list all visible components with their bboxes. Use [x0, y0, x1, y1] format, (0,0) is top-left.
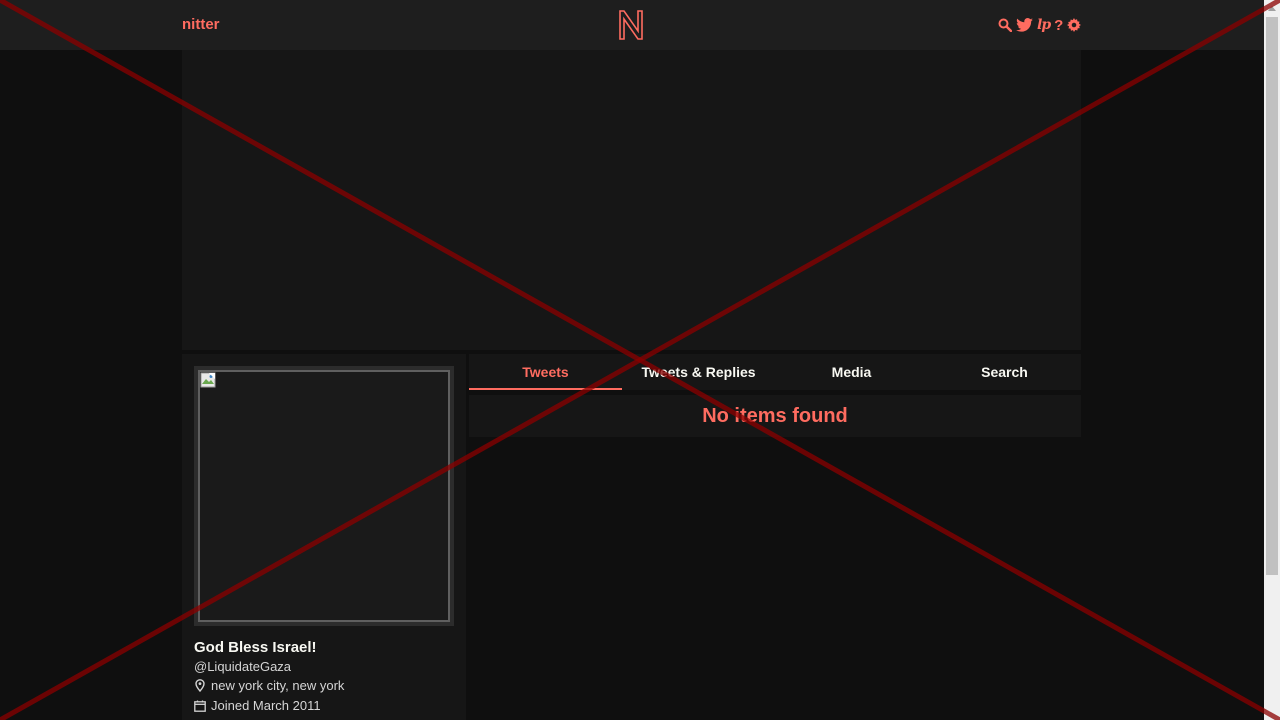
- help-icon[interactable]: ?: [1054, 15, 1063, 35]
- tab-media[interactable]: Media: [775, 354, 928, 390]
- timeline-empty-message: No items found: [469, 395, 1081, 437]
- profile-join-date: Joined March 2011: [194, 698, 321, 713]
- page-scrollbar[interactable]: [1264, 0, 1280, 720]
- navbar: nitter lp ?: [0, 0, 1264, 50]
- timeline-tabs: Tweets Tweets & Replies Media Search: [469, 354, 1081, 390]
- scroll-up-arrow-icon[interactable]: [1264, 0, 1280, 16]
- tab-tweets[interactable]: Tweets: [469, 354, 622, 390]
- brand-link[interactable]: nitter: [182, 16, 220, 33]
- tab-tweets-replies[interactable]: Tweets & Replies: [622, 354, 775, 390]
- nav-icon-group: lp ?: [998, 15, 1082, 35]
- avatar-frame: [194, 366, 454, 626]
- profile-location-text: new york city, new york: [211, 678, 345, 693]
- location-pin-icon: [194, 679, 206, 692]
- gear-icon[interactable]: [1067, 15, 1082, 35]
- profile-fullname: God Bless Israel!: [194, 639, 317, 656]
- twitter-bird-icon[interactable]: [1016, 15, 1033, 35]
- calendar-icon: [194, 699, 206, 712]
- profile-card: God Bless Israel! @LiquidateGaza new yor…: [182, 354, 466, 720]
- avatar[interactable]: [198, 370, 450, 622]
- profile-join-date-text: Joined March 2011: [211, 698, 321, 713]
- profile-banner[interactable]: [182, 50, 1081, 350]
- profile-username[interactable]: @LiquidateGaza: [194, 659, 291, 674]
- rss-icon[interactable]: lp: [1037, 15, 1051, 35]
- broken-image-icon: [200, 372, 216, 388]
- nitter-logo[interactable]: [617, 9, 645, 41]
- tab-search[interactable]: Search: [928, 354, 1081, 390]
- search-icon[interactable]: [998, 15, 1012, 35]
- scrollbar-thumb[interactable]: [1266, 17, 1278, 575]
- profile-location: new york city, new york: [194, 678, 344, 693]
